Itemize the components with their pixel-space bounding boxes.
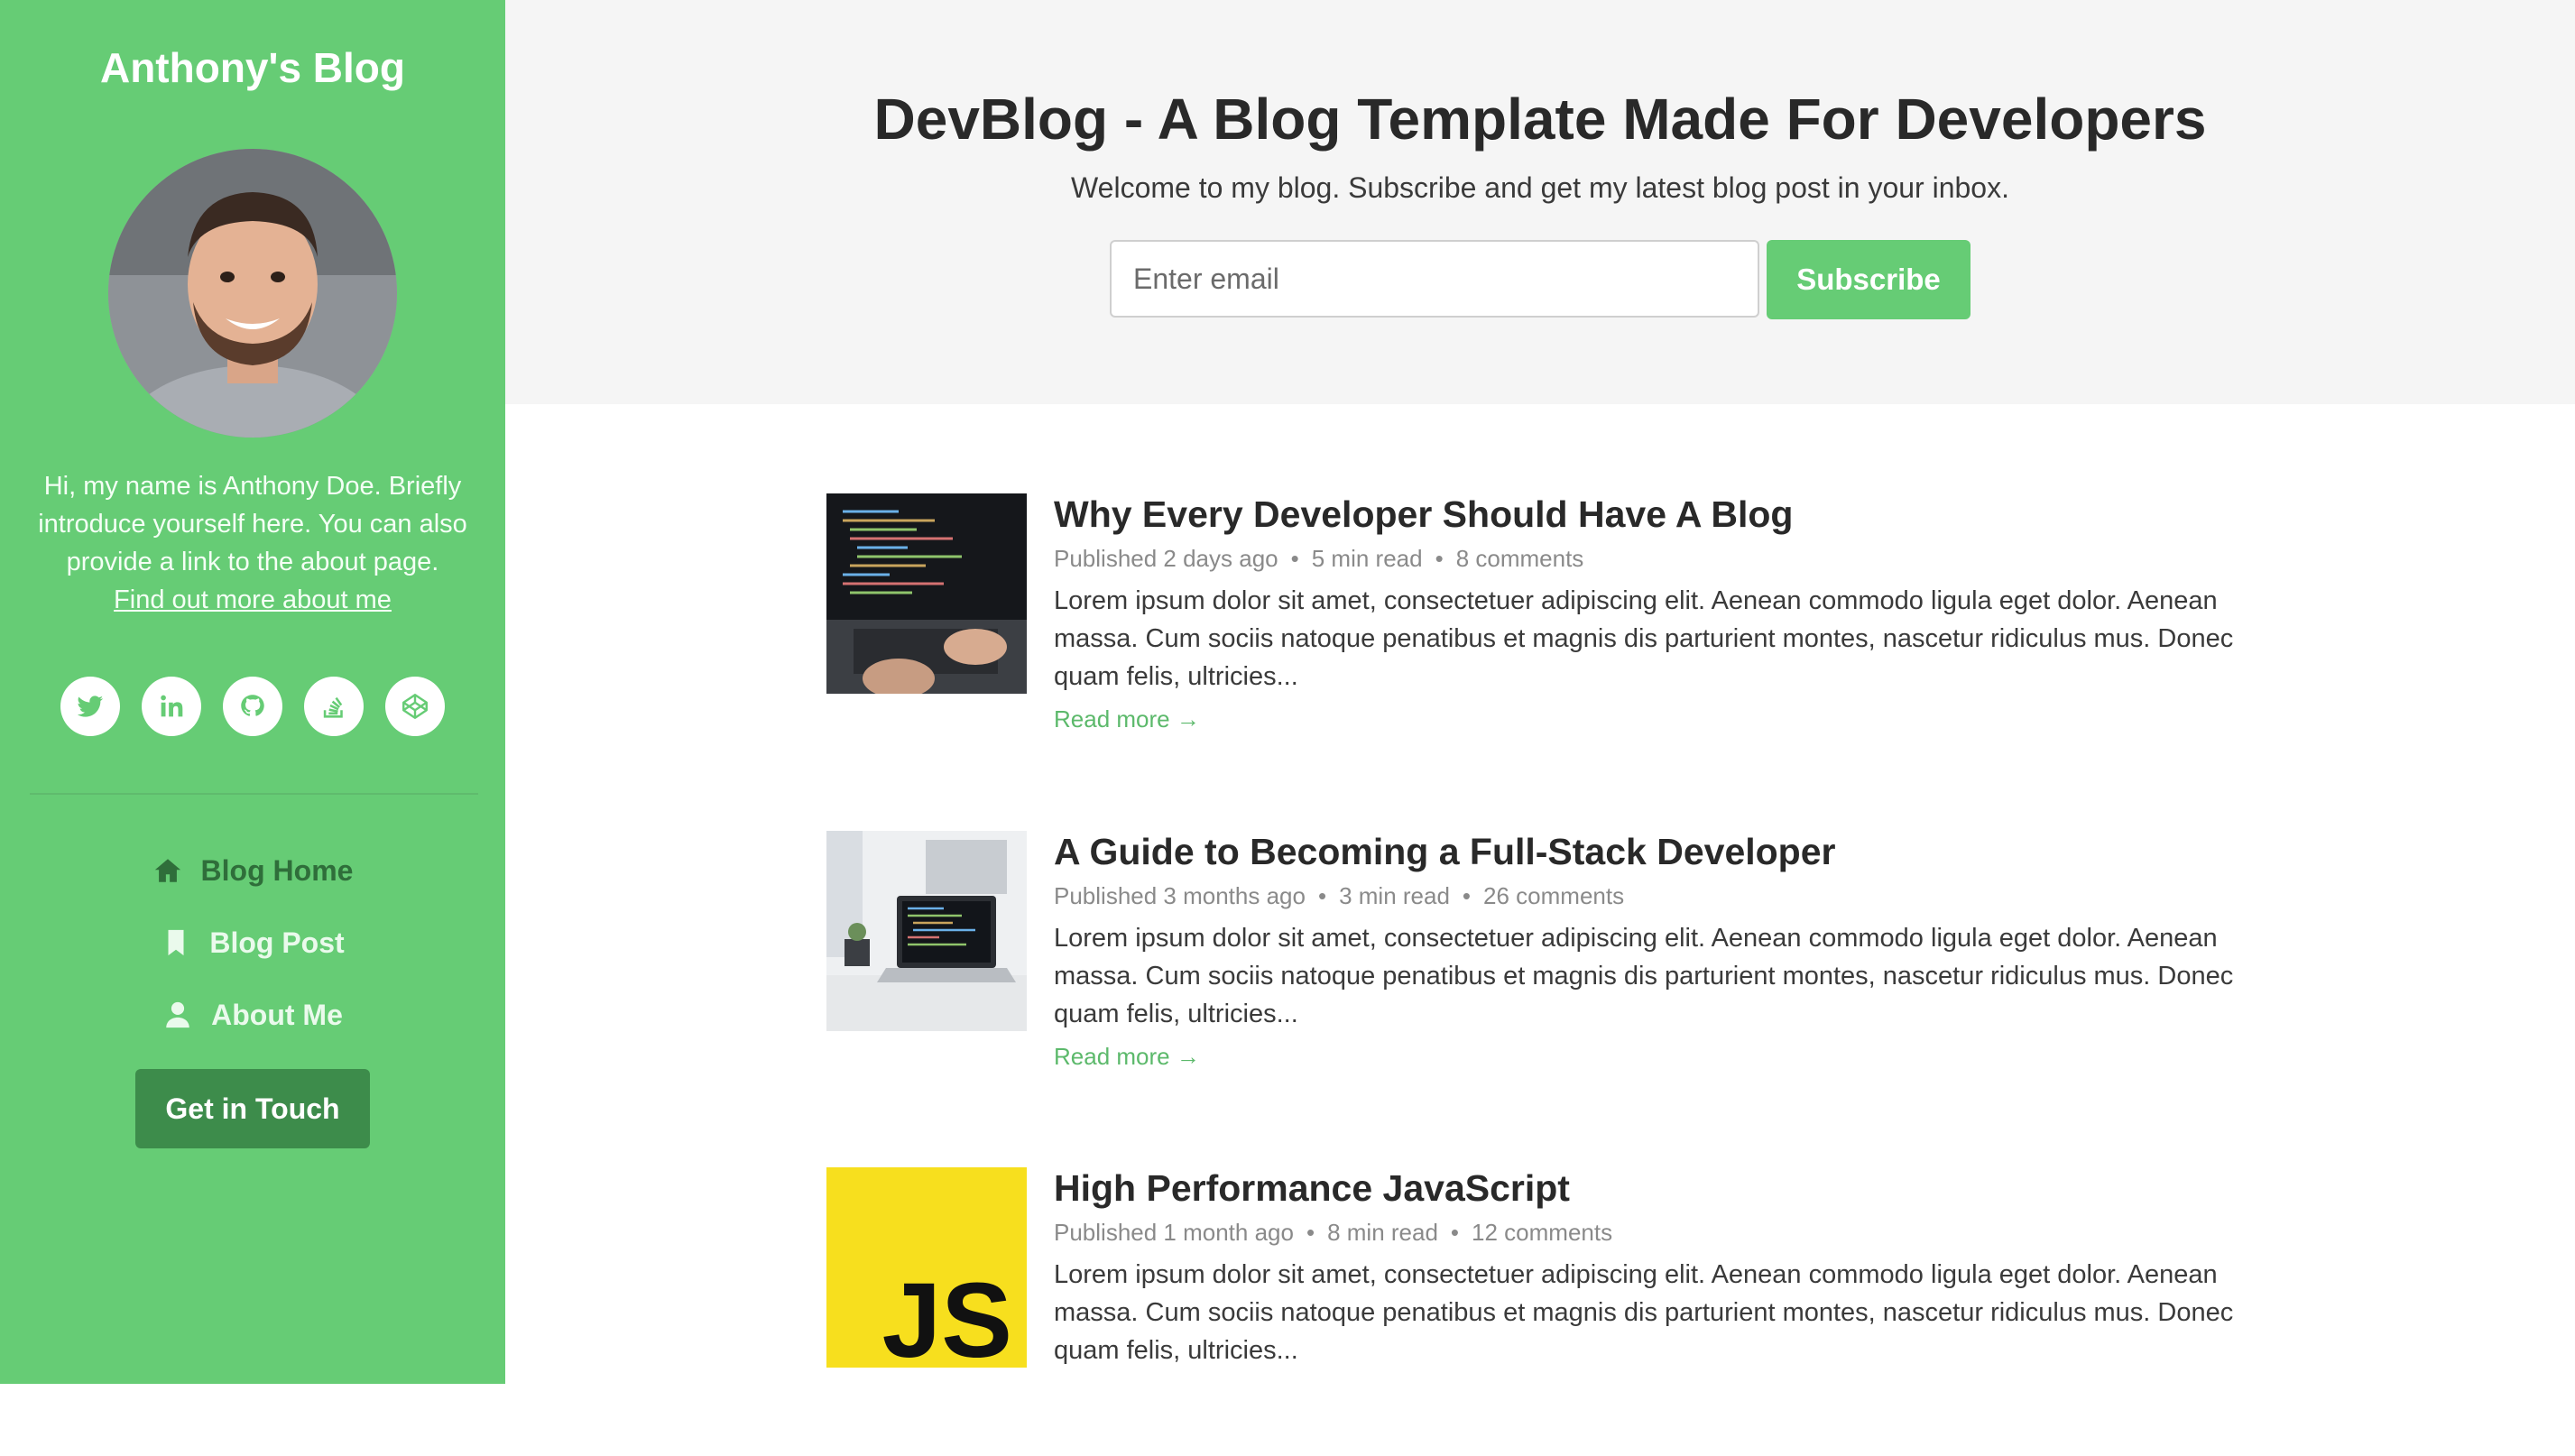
github-link[interactable] (223, 677, 282, 736)
about-link[interactable]: Find out more about me (114, 581, 392, 619)
blog-name[interactable]: Anthony's Blog (0, 41, 505, 95)
stack-overflow-link[interactable] (304, 677, 364, 736)
desk-laptop-image (826, 831, 1027, 1031)
email-input[interactable] (1110, 240, 1759, 318)
page-title: DevBlog - A Blog Template Made For Devel… (873, 87, 2207, 152)
post-date: Published 3 months ago (1054, 882, 1306, 909)
github-icon (241, 695, 264, 716)
post-date: Published 1 month ago (1054, 1219, 1294, 1246)
post-item: JS High Performance JavaScript Published… (826, 1167, 2270, 1456)
post-item: A Guide to Becoming a Full-Stack Develop… (826, 831, 2270, 1120)
post-meta: Published 1 month ago • 8 min read • 12 comm… (1054, 1219, 1613, 1246)
sidebar-nav: Blog Home Blog Post About Me (0, 834, 505, 1051)
post-read-time: 3 min read (1339, 882, 1450, 909)
post-title[interactable]: Why Every Developer Should Have A Blog (1054, 492, 2281, 537)
nav-item-label: Blog Home (200, 853, 354, 887)
post-body: High Performance JavaScript Published 1 … (1054, 1167, 2281, 1369)
nav-item-blog-post[interactable]: Blog Post (0, 907, 505, 979)
post-title[interactable]: High Performance JavaScript (1054, 1166, 2281, 1211)
post-read-time: 5 min read (1311, 545, 1423, 572)
read-more-link[interactable]: Read more → (1054, 701, 1200, 737)
twitter-icon (77, 696, 104, 717)
post-meta: Published 2 days ago • 5 min read • 8 commen… (1054, 545, 1584, 572)
post-date: Published 2 days ago (1054, 545, 1278, 572)
twitter-link[interactable] (60, 677, 120, 736)
get-in-touch-button[interactable]: Get in Touch (135, 1069, 370, 1148)
home-icon (154, 859, 180, 882)
post-thumbnail[interactable]: JS (826, 1167, 1027, 1368)
post-comments[interactable]: 8 comments (1456, 545, 1584, 572)
bio: Hi, my name is Anthony Doe. Briefly intr… (27, 467, 478, 619)
bookmark-icon (168, 929, 184, 956)
avatar-image (108, 149, 397, 438)
post-title[interactable]: A Guide to Becoming a Full-Stack Develop… (1054, 829, 2281, 874)
avatar (108, 149, 397, 438)
post-read-time: 8 min read (1327, 1219, 1438, 1246)
stack-overflow-icon (323, 696, 343, 718)
post-comments[interactable]: 26 comments (1483, 882, 1624, 909)
post-body: Why Every Developer Should Have A Blog P… (1054, 493, 2281, 737)
post-meta: Published 3 months ago • 3 min read • 26 com… (1054, 882, 1625, 909)
post-excerpt: Lorem ipsum dolor sit amet, consectetuer… (1054, 1260, 2234, 1365)
nav-item-blog-home[interactable]: Blog Home (0, 834, 505, 907)
intro-text: Welcome to my blog. Subscribe and get my… (1071, 171, 2009, 204)
laptop-code-image (826, 493, 1027, 694)
linkedin-link[interactable] (142, 677, 201, 736)
nav-item-label: Blog Post (209, 926, 345, 959)
post-body: A Guide to Becoming a Full-Stack Develop… (1054, 831, 2281, 1074)
javascript-logo-image: JS (826, 1167, 1027, 1368)
post-excerpt: Lorem ipsum dolor sit amet, consectetuer… (1054, 586, 2234, 691)
js-logo-text: JS (882, 1261, 1012, 1368)
sidebar: Anthony's Blog Hi, my name is Anthony Do… (0, 0, 505, 1384)
linkedin-icon (161, 695, 183, 717)
nav-item-about-me[interactable]: About Me (0, 979, 505, 1051)
read-more-link[interactable]: Read more → (1054, 1038, 1200, 1074)
page-header: DevBlog - A Blog Template Made For Devel… (505, 0, 2575, 404)
subscribe-button[interactable]: Subscribe (1767, 240, 1970, 319)
sidebar-divider (30, 793, 478, 795)
codepen-icon (402, 694, 428, 719)
nav-item-label: About Me (211, 998, 343, 1031)
user-icon (166, 1001, 189, 1028)
post-thumbnail[interactable] (826, 831, 1027, 1031)
codepen-link[interactable] (385, 677, 445, 736)
bio-text: Hi, my name is Anthony Doe. Briefly intr… (38, 472, 467, 576)
post-excerpt: Lorem ipsum dolor sit amet, consectetuer… (1054, 924, 2234, 1028)
post-thumbnail[interactable] (826, 493, 1027, 694)
post-comments[interactable]: 12 comments (1472, 1219, 1612, 1246)
post-item: Why Every Developer Should Have A Blog P… (826, 493, 2270, 782)
social-links (0, 677, 505, 736)
